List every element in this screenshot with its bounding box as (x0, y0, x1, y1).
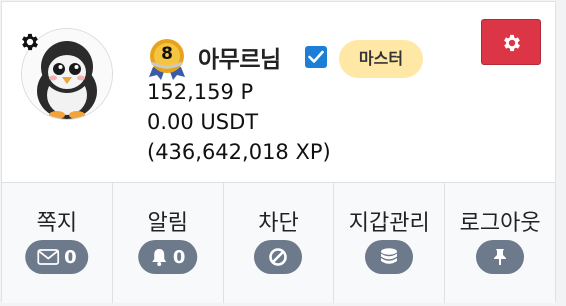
bell-icon (151, 249, 166, 266)
gear-icon (504, 34, 520, 52)
menu-label-wallet: 지갑관리 (348, 211, 430, 236)
avatar-settings-gear-icon[interactable] (19, 31, 41, 53)
experience-points: (436,642,018 XP) (147, 140, 331, 164)
envelope-icon (37, 249, 60, 265)
menu-item-logout[interactable]: 로그아웃 (445, 183, 555, 303)
message-count: 0 (64, 246, 77, 268)
wallet-pill[interactable] (365, 240, 414, 274)
coins-icon (381, 248, 398, 264)
menu-label-block: 차단 (258, 211, 299, 236)
block-pill[interactable] (254, 240, 303, 274)
menu-label-logout: 로그아웃 (459, 211, 541, 236)
level-medal: 8 (147, 37, 187, 81)
level-number: 8 (161, 44, 173, 64)
avatar-container (21, 28, 113, 120)
logout-pill[interactable] (476, 240, 525, 274)
username: 아무르님 (198, 47, 281, 73)
points-value: 152,159 P (147, 80, 254, 104)
verified-check-icon (305, 46, 327, 68)
grade-badge: 마스터 (339, 40, 423, 78)
user-menu-bar: 쪽지 0 알림 0 차단 지갑관리 로그아웃 (2, 182, 555, 303)
notification-count: 0 (172, 246, 186, 268)
menu-item-block[interactable]: 차단 (224, 183, 335, 303)
usdt-balance: 0.00 USDT (147, 110, 259, 134)
message-count-pill[interactable]: 0 (25, 240, 89, 274)
notification-count-pill[interactable]: 0 (137, 240, 198, 274)
ban-icon (269, 248, 288, 266)
menu-label-message: 쪽지 (36, 211, 78, 236)
menu-item-notification[interactable]: 알림 0 (113, 183, 224, 303)
menu-item-message[interactable]: 쪽지 0 (2, 183, 113, 303)
pin-icon (494, 249, 507, 265)
menu-label-notification: 알림 (147, 211, 188, 236)
settings-button[interactable] (481, 19, 541, 65)
user-profile-card: 8 아무르님 마스터 152,159 P 0.00 USDT (436,642,… (1, 1, 556, 303)
menu-item-wallet[interactable]: 지갑관리 (334, 183, 446, 303)
profile-section: 8 아무르님 마스터 152,159 P 0.00 USDT (436,642,… (2, 2, 555, 182)
